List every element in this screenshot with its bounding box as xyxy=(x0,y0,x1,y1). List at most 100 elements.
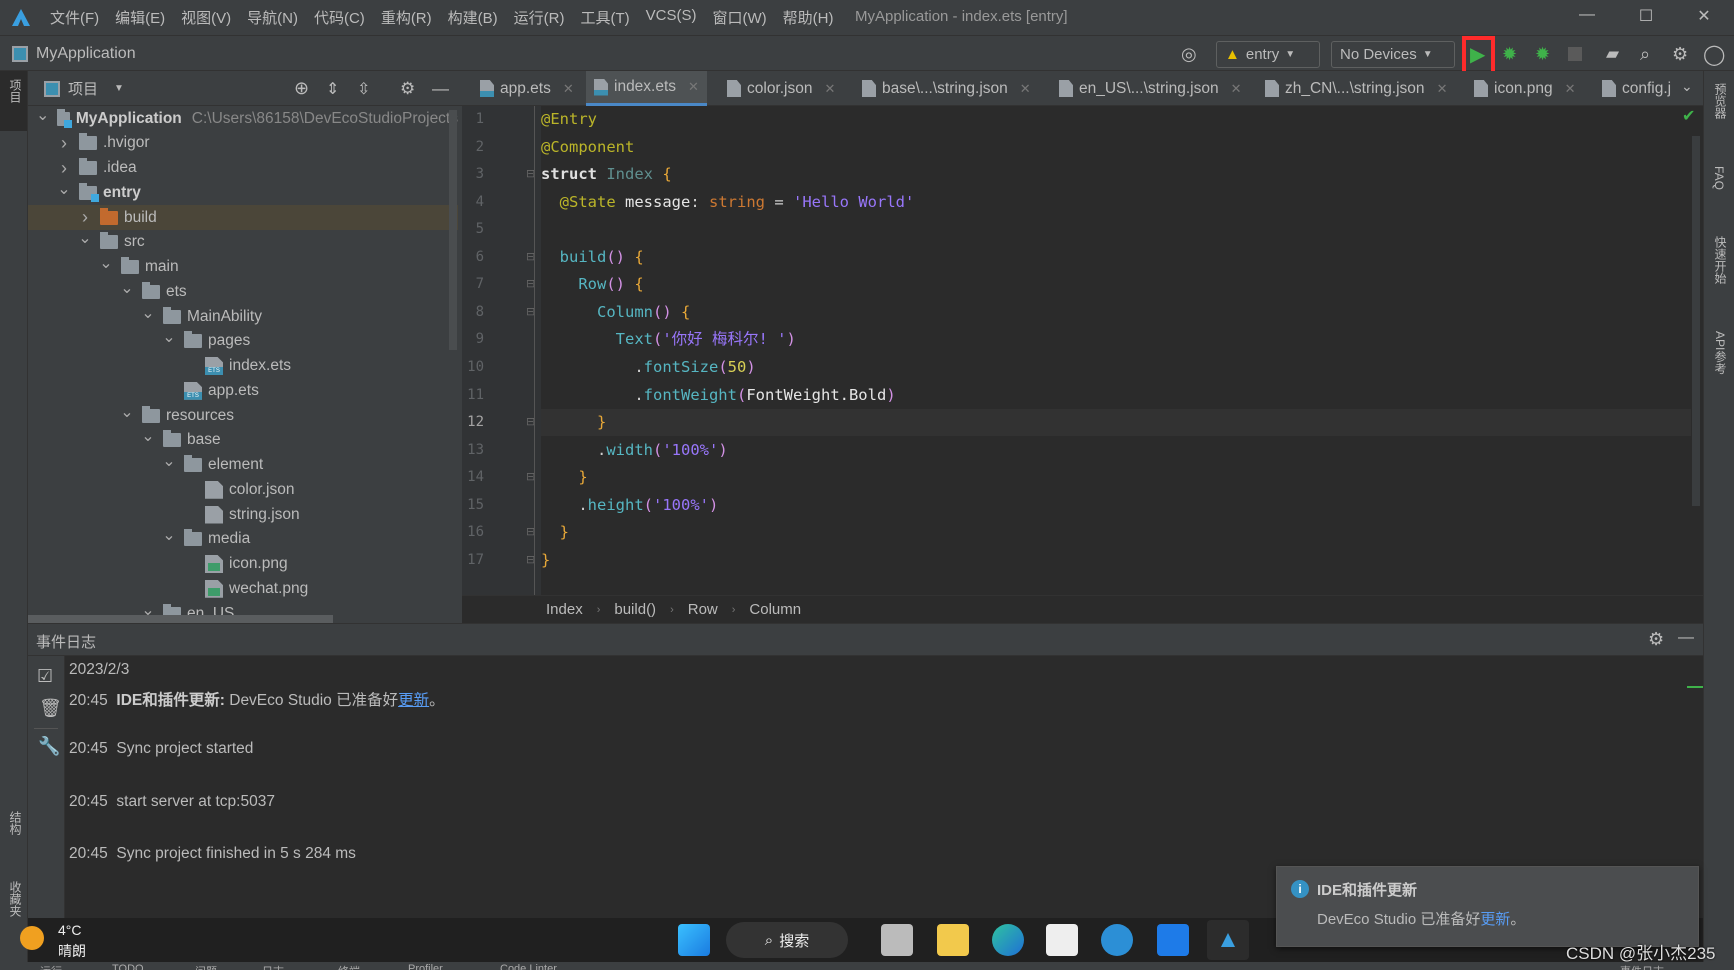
hide-panel-icon[interactable]: — xyxy=(432,71,449,106)
tree-item[interactable]: app.ets xyxy=(28,378,458,403)
status-bar-tool-button[interactable]: TODO xyxy=(112,963,144,970)
breadcrumb-item[interactable]: build() xyxy=(614,601,656,618)
code-line[interactable]: build() { xyxy=(541,244,1691,271)
menu-item[interactable]: VCS(S) xyxy=(638,7,705,28)
editor-tab[interactable]: en_US\...\string.json ✕ xyxy=(1051,71,1249,106)
close-tab-icon[interactable]: ✕ xyxy=(1231,81,1242,97)
editor-tab[interactable]: base\...\string.json ✕ xyxy=(854,71,1039,106)
module-select[interactable]: ▲ entry ▼ xyxy=(1216,41,1320,68)
code-line[interactable]: Row() { xyxy=(541,271,1691,298)
tree-item[interactable]: ⌄ MyApplication C:\Users\86158\DevEcoStudi… xyxy=(28,106,458,131)
tree-item[interactable]: ⌄ media xyxy=(28,527,458,552)
expand-all-icon[interactable]: ⇕ xyxy=(326,71,339,106)
tree-horizontal-scrollbar[interactable] xyxy=(28,615,333,623)
status-bar-tool-button[interactable]: 运行 xyxy=(40,963,62,970)
chevron-down-icon[interactable]: ⌄ xyxy=(36,106,49,125)
settings-gear-icon[interactable]: ⚙ xyxy=(400,71,415,106)
microsoft-store-icon[interactable] xyxy=(1046,924,1078,956)
chevron-down-icon[interactable]: ⌄ xyxy=(141,426,155,446)
app-icon[interactable] xyxy=(1157,924,1189,956)
editor-tab[interactable]: icon.png ✕ xyxy=(1466,71,1584,106)
editor-tab[interactable]: app.ets ✕ xyxy=(472,71,582,106)
tree-item[interactable]: ⌄ resources xyxy=(28,403,458,428)
settings-gear-icon[interactable]: ⚙ xyxy=(1648,629,1664,650)
close-tab-icon[interactable]: ✕ xyxy=(688,79,699,95)
tree-item[interactable]: ⌄ main xyxy=(28,255,458,280)
edge-browser-icon[interactable] xyxy=(992,924,1024,956)
stop-button[interactable] xyxy=(1568,36,1582,72)
search-icon[interactable]: ⌕ xyxy=(1640,36,1650,72)
menu-item[interactable]: 代码(C) xyxy=(306,7,373,28)
menu-item[interactable]: 构建(B) xyxy=(440,7,506,28)
code-line[interactable]: } xyxy=(541,519,1691,546)
code-line[interactable]: } xyxy=(541,409,1691,437)
help-app-icon[interactable] xyxy=(1101,924,1133,956)
deveco-taskbar-icon[interactable]: ▲ xyxy=(1207,920,1249,960)
menu-item[interactable]: 运行(R) xyxy=(506,7,573,28)
trash-icon[interactable]: 🗑 xyxy=(39,698,62,719)
settings-gear-icon[interactable]: ⚙ xyxy=(1672,36,1688,72)
menu-item[interactable]: 帮助(H) xyxy=(775,7,842,28)
file-explorer-icon[interactable] xyxy=(937,924,969,956)
project-tool-button[interactable]: 项目 xyxy=(7,79,24,103)
tree-item[interactable]: ⌄ pages xyxy=(28,329,458,354)
breadcrumb-item[interactable]: Column xyxy=(749,601,801,618)
close-tab-icon[interactable]: ✕ xyxy=(1437,81,1448,97)
tree-item[interactable]: ⌄ src xyxy=(28,230,458,255)
tree-item[interactable]: string.json xyxy=(28,502,458,527)
status-bar-tool-button[interactable]: Profiler xyxy=(408,963,443,970)
chevron-right-icon[interactable]: › xyxy=(57,133,71,154)
quick-start-tool-button[interactable]: 快速开始 xyxy=(1712,236,1729,284)
wrench-settings-icon[interactable]: 🔧 xyxy=(38,736,60,757)
status-bar-tool-button[interactable]: 终端 xyxy=(338,963,360,970)
breadcrumb-item[interactable]: Row xyxy=(688,601,718,618)
tabs-overflow-chevron-icon[interactable]: ⌄ xyxy=(1681,78,1693,95)
code-line[interactable]: Column() { xyxy=(541,299,1691,326)
structure-tool-button[interactable]: 结构 xyxy=(7,811,24,835)
chevron-down-icon[interactable]: ⌄ xyxy=(162,451,176,471)
task-view-icon[interactable] xyxy=(881,924,913,956)
device-manager-icon[interactable]: ▰ xyxy=(1606,36,1619,72)
project-view-select[interactable]: 项目 ▼ xyxy=(44,71,124,106)
code-line[interactable]: @Component xyxy=(541,134,1691,161)
menu-item[interactable]: 文件(F) xyxy=(42,7,107,28)
update-notification[interactable]: i IDE和插件更新 DevEco Studio 已准备好更新。 xyxy=(1276,866,1699,947)
locate-icon[interactable]: ◎ xyxy=(1181,36,1197,72)
tree-item[interactable]: ⌄ entry xyxy=(28,180,458,205)
debug-button[interactable]: ✹ xyxy=(1502,36,1517,72)
editor-tab[interactable]: zh_CN\...\string.json ✕ xyxy=(1257,71,1455,106)
code-line[interactable]: } xyxy=(541,547,1691,574)
chevron-down-icon[interactable]: ⌄ xyxy=(57,179,71,199)
project-breadcrumb[interactable]: MyApplication xyxy=(12,36,136,72)
run-button[interactable]: ▶ xyxy=(1470,36,1485,72)
tree-item[interactable]: ⌄ MainAbility xyxy=(28,304,458,329)
favorites-tool-button[interactable]: 收藏夹 xyxy=(7,881,24,917)
tree-item[interactable]: icon.png xyxy=(28,552,458,577)
chevron-down-icon[interactable]: ⌄ xyxy=(162,327,176,347)
status-bar-tool-button[interactable]: Code Linter xyxy=(500,963,557,970)
faq-tool-button[interactable]: FAQ xyxy=(1712,166,1726,190)
close-button[interactable]: ✕ xyxy=(1694,6,1714,26)
status-bar-tool-button[interactable]: 日志 xyxy=(262,963,284,970)
windows-start-icon[interactable] xyxy=(678,924,710,956)
code-line[interactable]: struct Index { xyxy=(541,161,1691,188)
code-line[interactable]: .height('100%') xyxy=(541,492,1691,519)
chevron-right-icon[interactable]: › xyxy=(57,158,71,179)
editor-tab[interactable]: index.ets ✕ xyxy=(586,71,707,106)
code-line[interactable]: @Entry xyxy=(541,106,1691,133)
maximize-button[interactable]: ☐ xyxy=(1636,6,1656,26)
menu-item[interactable]: 窗口(W) xyxy=(704,7,774,28)
close-tab-icon[interactable]: ✕ xyxy=(563,81,574,97)
chevron-down-icon[interactable]: ⌄ xyxy=(120,278,134,298)
menu-item[interactable]: 导航(N) xyxy=(239,7,306,28)
tree-item[interactable]: › .idea xyxy=(28,156,458,181)
code-line[interactable]: @State message: string = 'Hello World' xyxy=(541,189,1691,216)
code-line[interactable]: .fontSize(50) xyxy=(541,354,1691,381)
tree-item[interactable]: ⌄ base xyxy=(28,428,458,453)
taskbar-search[interactable]: ⌕ 搜索 xyxy=(726,922,848,958)
weather-condition[interactable]: 晴朗 xyxy=(58,941,86,961)
chevron-right-icon[interactable]: › xyxy=(78,207,92,228)
tree-item[interactable]: index.ets xyxy=(28,354,458,379)
tree-item[interactable]: › .hvigor xyxy=(28,131,458,156)
tree-item[interactable]: ⌄ element xyxy=(28,453,458,478)
